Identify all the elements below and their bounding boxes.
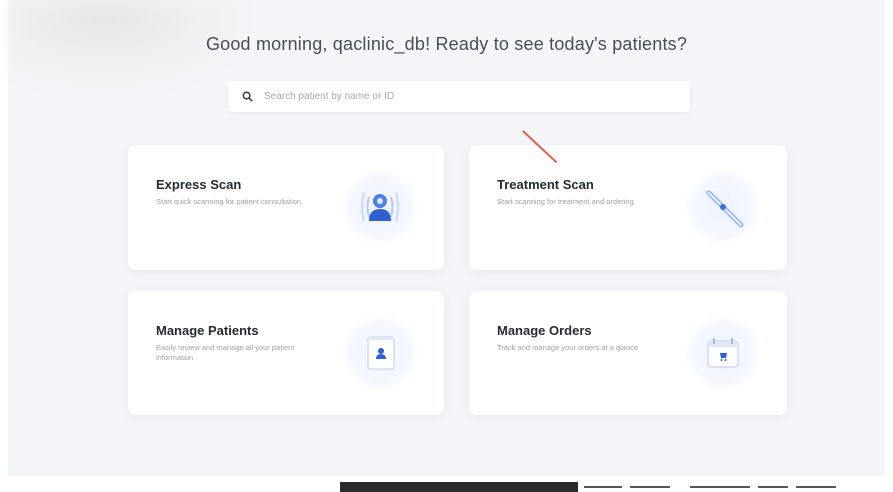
footer-divider: [584, 486, 622, 488]
scanner-wand-icon: [685, 169, 761, 245]
card-description: Start quick scanning for patient consult…: [156, 197, 302, 206]
card-title: Manage Patients: [156, 323, 259, 338]
patient-folder-icon: [342, 315, 418, 391]
taskbar-strip: [340, 482, 578, 492]
footer-divider: [630, 486, 670, 488]
card-title: Treatment Scan: [497, 177, 594, 192]
footer-divider: [796, 486, 836, 488]
card-title: Manage Orders: [497, 323, 592, 338]
card-description: Track and manage your orders at a glance: [497, 343, 639, 352]
search-input[interactable]: [262, 90, 666, 103]
manage-patients-card[interactable]: Manage Patients Easily review and manage…: [128, 291, 444, 415]
app-screen: Good morning, qaclinic_db! Ready to see …: [0, 0, 893, 492]
greeting-heading: Good morning, qaclinic_db! Ready to see …: [205, 34, 688, 54]
footer-divider: [758, 486, 788, 488]
order-calendar-icon: [685, 315, 761, 391]
person-scan-icon: [342, 169, 418, 245]
search-icon: [240, 90, 254, 104]
express-scan-card[interactable]: Express Scan Start quick scanning for pa…: [128, 145, 444, 270]
footer-divider: [690, 486, 750, 488]
patient-search-bar[interactable]: [228, 81, 690, 112]
treatment-scan-card[interactable]: Treatment Scan Start scanning for treatm…: [469, 145, 787, 270]
card-description: Easily review and manage all your patien…: [156, 343, 295, 362]
manage-orders-card[interactable]: Manage Orders Track and manage your orde…: [469, 291, 787, 415]
card-title: Express Scan: [156, 177, 242, 192]
card-description: Start scanning for treatment and orderin…: [497, 197, 634, 206]
